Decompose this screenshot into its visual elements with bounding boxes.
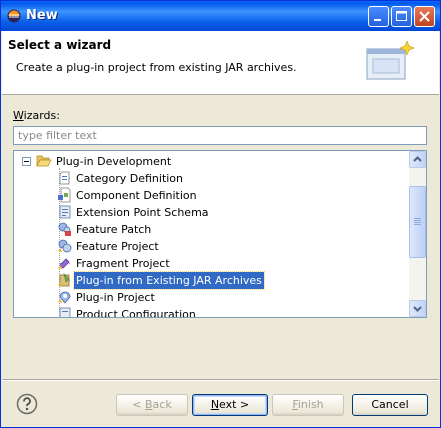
- scroll-down-button[interactable]: [409, 300, 426, 317]
- tree-item-label: Extension Point Schema: [76, 206, 209, 219]
- scroll-grip: [414, 218, 421, 219]
- minimize-icon: [374, 19, 381, 21]
- wizards-label: Wizards:: [13, 109, 60, 122]
- help-icon[interactable]: [16, 393, 38, 415]
- feature-project-icon: [58, 239, 72, 253]
- plugin-jar-icon: [58, 273, 70, 287]
- close-icon: [419, 11, 430, 22]
- tree-item-feature-project[interactable]: Feature Project: [14, 238, 409, 255]
- title-bar[interactable]: New: [1, 1, 440, 31]
- eclipse-icon: [7, 9, 21, 23]
- scroll-thumb[interactable]: [409, 186, 426, 258]
- wizard-tree[interactable]: Plug-in Development Category Definition …: [13, 150, 427, 318]
- tree-root-plugin-development[interactable]: Plug-in Development: [14, 153, 409, 170]
- tree-item-feature-patch[interactable]: Feature Patch: [14, 221, 409, 238]
- category-icon: [59, 171, 70, 185]
- tree-item-extension-point-schema[interactable]: Extension Point Schema: [14, 204, 409, 221]
- plugin-project-icon: [58, 291, 71, 304]
- scroll-grip: [414, 222, 421, 223]
- tree-item-fragment-project[interactable]: Fragment Project: [14, 255, 409, 272]
- tree-item-label: Component Definition: [76, 189, 197, 202]
- maximize-icon: [396, 11, 407, 21]
- chevron-down-icon: [413, 306, 422, 312]
- cancel-button[interactable]: Cancel: [352, 394, 428, 416]
- fragment-icon: [58, 258, 70, 269]
- tree-item-category-definition[interactable]: Category Definition: [14, 170, 409, 187]
- collapse-icon[interactable]: [22, 157, 31, 166]
- scroll-grip: [414, 220, 421, 221]
- next-button[interactable]: Next >: [192, 394, 268, 416]
- tree-item-plugin-from-jar[interactable]: Plug-in from Existing JAR Archives: [14, 271, 409, 290]
- finish-button[interactable]: Finish: [272, 394, 344, 416]
- scroll-up-button[interactable]: [409, 151, 426, 168]
- wizard-banner-icon: [366, 40, 415, 80]
- back-button[interactable]: < Back: [116, 394, 188, 416]
- tree-item-label: Plug-in from Existing JAR Archives: [73, 271, 265, 290]
- maximize-button[interactable]: [391, 6, 412, 27]
- wizard-header: Select a wizard Create a plug-in project…: [2, 31, 439, 95]
- footer-separator: [2, 379, 439, 381]
- tree-item-label: Category Definition: [76, 172, 184, 185]
- component-icon: [58, 187, 71, 203]
- scroll-grip: [414, 224, 421, 225]
- tree-root-label: Plug-in Development: [56, 155, 172, 168]
- product-config-icon: [59, 307, 71, 317]
- tree-item-product-configuration[interactable]: Product Configuration: [14, 306, 409, 318]
- tree-item-label: Product Configuration: [76, 308, 196, 318]
- feature-patch-icon: [58, 222, 71, 236]
- page-description: Create a plug-in project from existing J…: [16, 61, 297, 74]
- tree-item-label: Plug-in Project: [76, 291, 155, 304]
- tree-item-component-definition[interactable]: Component Definition: [14, 187, 409, 204]
- schema-icon: [59, 205, 71, 219]
- new-wizard-dialog: New Select a wizard Create a plug-in pro…: [0, 0, 441, 428]
- tree-vertical-scrollbar[interactable]: [409, 151, 426, 317]
- chevron-up-icon: [413, 156, 422, 162]
- minimize-button[interactable]: [368, 6, 389, 27]
- folder-open-icon: [36, 155, 52, 167]
- filter-input[interactable]: [13, 126, 427, 145]
- tree-item-plugin-project[interactable]: Plug-in Project: [14, 289, 409, 306]
- tree-item-label: Feature Project: [76, 240, 159, 253]
- window-title: New: [26, 8, 58, 23]
- tree-item-label: Feature Patch: [76, 223, 152, 236]
- close-button[interactable]: [414, 6, 435, 27]
- page-title: Select a wizard: [8, 38, 112, 52]
- tree-item-label: Fragment Project: [76, 257, 170, 270]
